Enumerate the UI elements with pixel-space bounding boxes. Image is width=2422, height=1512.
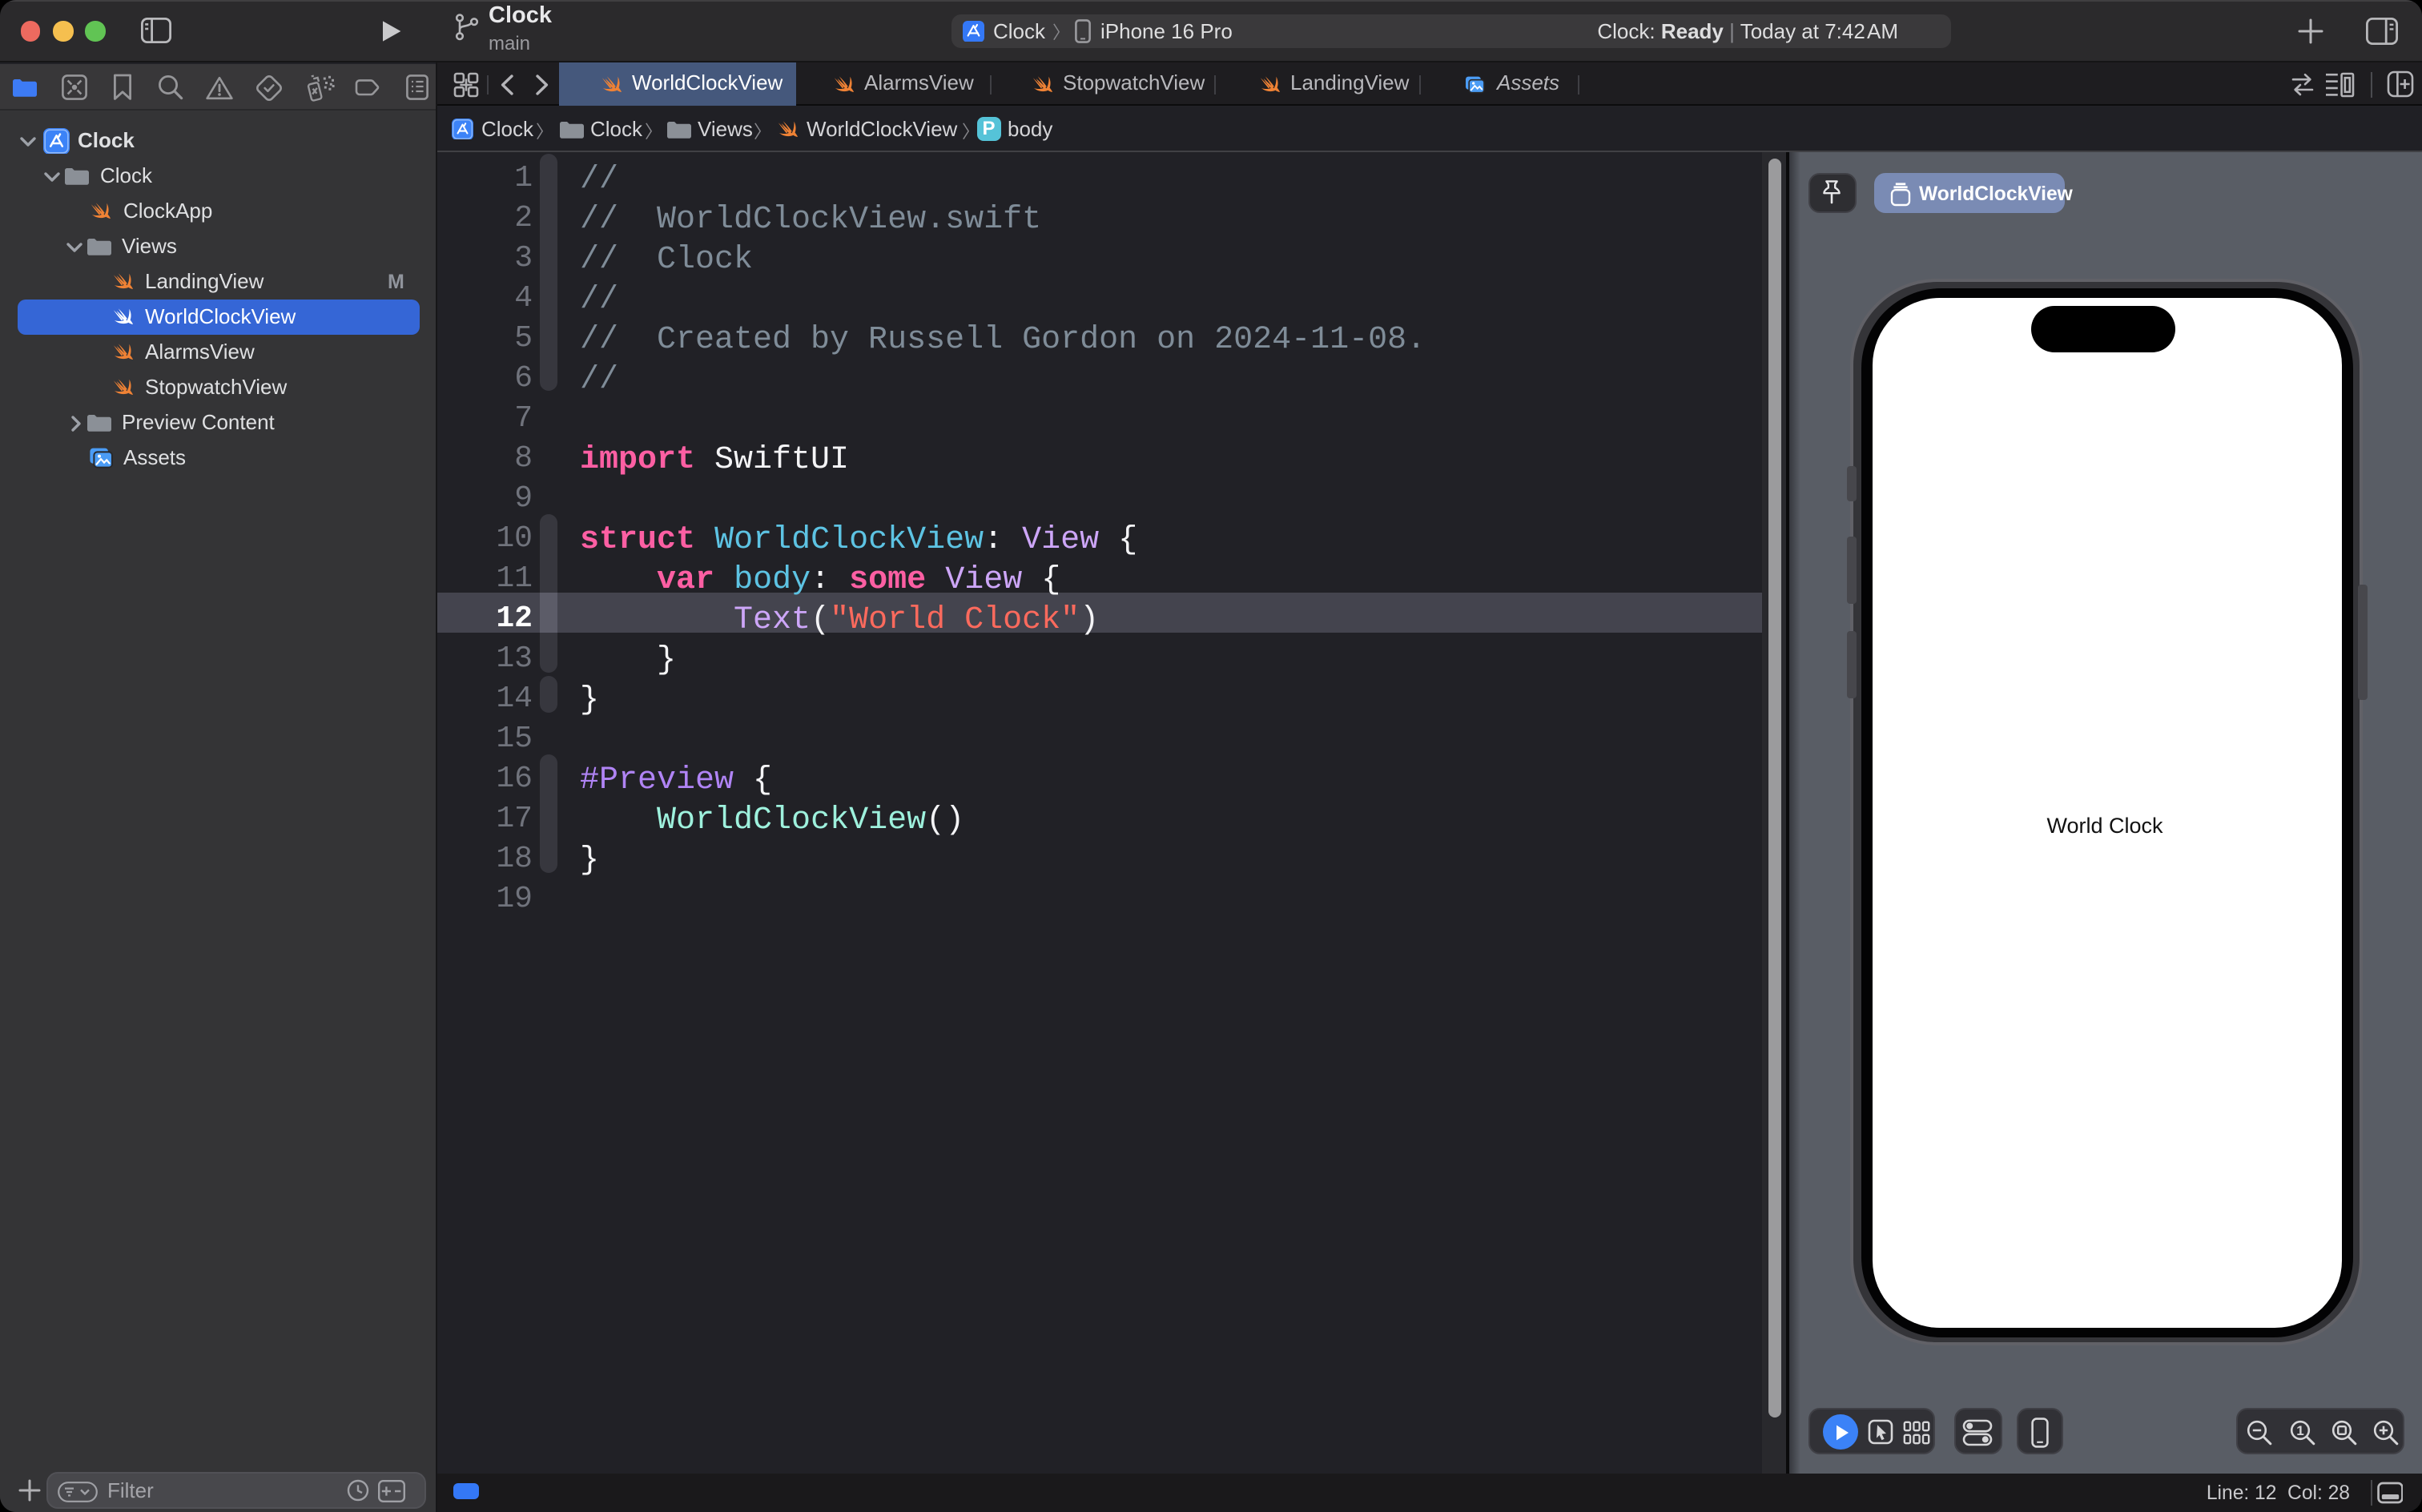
- svg-text:1: 1: [2295, 1422, 2303, 1438]
